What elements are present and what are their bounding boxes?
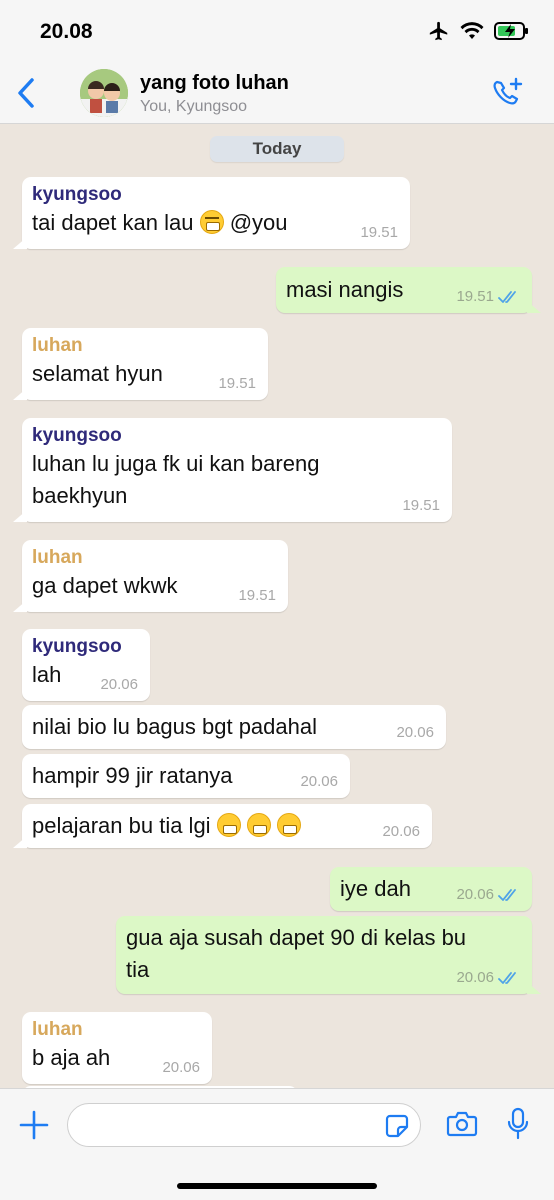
read-receipt-icon [498, 971, 516, 984]
phone-plus-icon[interactable] [490, 76, 526, 110]
message-time: 19.51 [456, 288, 520, 305]
airplane-icon [429, 21, 448, 41]
status-time: 20.08 [40, 20, 93, 43]
microphone-icon[interactable] [506, 1107, 530, 1141]
message-sender[interactable]: kyungsoo [32, 424, 442, 448]
message-time: 19.51 [402, 497, 440, 514]
chevron-left-icon[interactable] [12, 76, 42, 110]
message-text: pelajaran bu tia lgi [32, 810, 422, 842]
message-text: nilai bio lu bagus bgt padahal [32, 714, 318, 739]
message-text-line-2: baekhyun [32, 483, 128, 508]
read-receipt-icon [498, 290, 516, 303]
grimacing-emoji [246, 813, 271, 837]
message-sender[interactable]: luhan [32, 546, 278, 570]
message-time: 20.06 [456, 886, 520, 903]
chat-participants[interactable]: You, Kyungsoo [140, 98, 247, 116]
message-text: gua aja susah dapet 90 di kelas bu [126, 925, 467, 950]
message-input[interactable] [67, 1103, 421, 1147]
message-text: hampir 99 jir ratanya [32, 763, 233, 788]
home-indicator [177, 1183, 377, 1189]
message-bubble[interactable]: kyungsoo lah 20.06 [22, 629, 150, 701]
wifi-icon [460, 22, 484, 39]
message-bubble[interactable]: luhan b aja ah 20.06 [22, 1012, 212, 1084]
mention[interactable]: @you [230, 210, 288, 235]
message-bubble[interactable]: pelajaran bu tia lgi 20.06 [13, 804, 432, 848]
message-bubble[interactable]: nilai bio lu bagus bgt padahal 20.06 [22, 705, 446, 749]
message-bubble-outgoing[interactable]: masi nangis 19.51 [276, 267, 541, 313]
composer-bar [0, 1088, 554, 1200]
message-bubble[interactable]: luhan ga dapet wkwk 19.51 [13, 540, 288, 612]
message-time: 20.06 [382, 823, 420, 840]
status-icons [428, 20, 530, 42]
message-list[interactable]: Today kyungsoo tai dapet kan lau @you 19… [0, 124, 554, 1088]
grimacing-emoji [276, 813, 301, 837]
message-bubble[interactable]: luhan selamat hyun 19.51 [13, 328, 268, 400]
group-avatar[interactable] [80, 69, 128, 117]
message-bubble-outgoing[interactable]: gua aja susah dapet 90 di kelas bu tia 2… [116, 916, 541, 994]
message-sender[interactable]: kyungsoo [32, 183, 400, 207]
date-separator: Today [210, 136, 344, 162]
message-time: 20.06 [456, 969, 520, 986]
chat-header: yang foto luhan You, Kyungsoo [0, 62, 554, 124]
read-receipt-icon [498, 888, 516, 901]
message-bubble[interactable]: hampir 99 jir ratanya 20.06 [22, 754, 350, 798]
grimacing-emoji [216, 813, 241, 837]
battery-charging-icon [494, 22, 528, 40]
status-bar: 20.08 [0, 0, 554, 62]
chat-title[interactable]: yang foto luhan [140, 72, 289, 95]
message-time: 19.51 [218, 375, 256, 392]
message-bubble[interactable]: kyungsoo luhan lu juga fk ui kan bareng … [13, 418, 452, 522]
rolling-laughing-emoji [199, 210, 224, 234]
camera-icon[interactable] [446, 1109, 478, 1139]
message-sender[interactable]: kyungsoo [32, 635, 140, 659]
message-time: 20.06 [100, 676, 138, 693]
message-text: tai dapet kan lau @you [32, 210, 288, 235]
message-time: 19.51 [238, 587, 276, 604]
message-sender[interactable]: luhan [32, 1018, 202, 1042]
message-bubble-outgoing[interactable]: iye dah 20.06 [330, 867, 532, 911]
message-time: 19.51 [360, 224, 398, 241]
sticker-icon[interactable] [384, 1113, 410, 1139]
message-text: luhan lu juga fk ui kan bareng [32, 451, 320, 476]
message-bubble[interactable]: kyungsoo tai dapet kan lau @you 19.51 [13, 177, 410, 249]
message-sender[interactable]: luhan [32, 334, 258, 358]
plus-icon[interactable] [18, 1109, 50, 1141]
message-time: 20.06 [396, 724, 434, 741]
message-time: 20.06 [300, 773, 338, 790]
message-time: 20.06 [162, 1059, 200, 1076]
